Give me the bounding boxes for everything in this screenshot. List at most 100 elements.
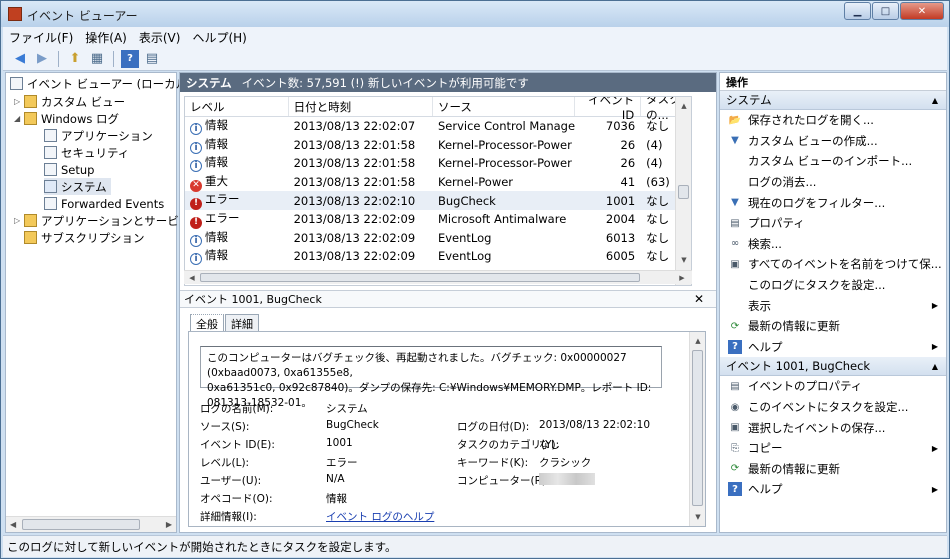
column-event-id[interactable]: イベント ID (575, 97, 642, 122)
scroll-right-icon[interactable]: ▶ (674, 271, 690, 285)
action-item[interactable]: ∞ 検索... (720, 234, 946, 255)
back-icon[interactable]: ◀ (11, 50, 29, 68)
grid-horizontal-scrollbar[interactable]: ◀ ▶ (184, 270, 692, 284)
log-icon (44, 146, 57, 159)
actions-section-system[interactable]: システム ▲ (720, 91, 946, 110)
close-button[interactable]: ✕ (900, 2, 944, 20)
action-item[interactable]: カスタム ビューのインポート... (720, 151, 946, 172)
show-hide-action-pane-icon[interactable]: ▤ (143, 50, 161, 68)
forward-icon[interactable]: ▶ (33, 50, 51, 68)
scroll-thumb[interactable] (200, 273, 640, 282)
cell-source: Service Control Manager (437, 119, 576, 134)
tree-item-apps-services[interactable]: ▷ アプリケーションとサービス (14, 212, 190, 229)
column-source[interactable]: ソース (433, 97, 576, 116)
title-bar[interactable]: イベント ビューアー ▁ □ ✕ (1, 1, 949, 27)
collapse-icon[interactable]: ▲ (932, 362, 938, 371)
minimize-button[interactable]: ▁ (844, 2, 871, 20)
tree-item-application[interactable]: アプリケーション (44, 127, 153, 144)
cell-event-id: 1001 (605, 193, 636, 208)
scroll-thumb[interactable] (22, 519, 140, 530)
table-row[interactable]: ✕ 重大 2013/08/13 22:01:58 Kernel-Power 41 (63) (185, 173, 691, 192)
action-item[interactable]: 表示 ▶ (720, 295, 946, 316)
tree-horizontal-scrollbar[interactable]: ◀ ▶ (6, 516, 176, 532)
action-item[interactable]: ▤ イベントのプロパティ (720, 376, 946, 397)
scroll-up-icon[interactable]: ▲ (690, 334, 706, 348)
table-row[interactable]: i 情報 2013/08/13 22:01:58 Kernel-Processor-P… (185, 136, 691, 155)
level-text: 重大 (205, 173, 228, 188)
action-item[interactable]: ? ヘルプ ▶ (720, 479, 946, 500)
label-source: ソース(S): (200, 421, 250, 433)
collapse-icon[interactable]: ◢ (14, 114, 24, 123)
action-item[interactable]: ▣ 選択したイベントの保存... (720, 417, 946, 438)
cell-event-id: 26 (620, 137, 636, 152)
info-icon: i (190, 160, 202, 173)
scroll-thumb[interactable] (692, 350, 703, 506)
scroll-left-icon[interactable]: ◀ (10, 520, 16, 529)
action-item[interactable]: ? ヘルプ ▶ (720, 337, 946, 358)
maximize-button[interactable]: □ (872, 2, 899, 20)
scroll-up-icon[interactable]: ▲ (676, 99, 691, 113)
action-item[interactable]: ▣ すべてのイベントを名前をつけて保... (720, 254, 946, 275)
up-folder-icon[interactable]: ⬆ (66, 50, 84, 68)
action-item[interactable]: ⟳ 最新の情報に更新 (720, 316, 946, 337)
action-item[interactable]: ⎘ コピー ▶ (720, 438, 946, 459)
expand-icon[interactable]: ▷ (14, 216, 24, 225)
detail-vertical-scrollbar[interactable]: ▲ ▼ (689, 332, 705, 526)
close-icon[interactable]: ✕ (694, 292, 704, 306)
scroll-down-icon[interactable]: ▼ (690, 510, 706, 524)
action-item[interactable]: ▼ 現在のログをフィルター... (720, 192, 946, 213)
scroll-right-icon[interactable]: ▶ (166, 520, 172, 529)
action-label: ログの消去... (748, 175, 817, 190)
expand-icon[interactable]: ▷ (14, 97, 24, 106)
scroll-left-icon[interactable]: ◀ (184, 271, 200, 285)
toolbar: ◀ ▶ ⬆ ▦ ? ▤ (3, 47, 947, 71)
menu-file[interactable]: ファイル(F) (3, 29, 79, 46)
table-row[interactable]: i 情報 2013/08/13 22:02:07 Service Control Ma… (185, 117, 691, 136)
cell-level: ! エラー (185, 210, 289, 229)
action-item[interactable]: 📂 保存されたログを開く... (720, 110, 946, 131)
grid-vertical-scrollbar[interactable]: ▲ ▼ (675, 97, 691, 285)
event-log-help-link[interactable]: イベント ログのヘルプ (326, 509, 434, 524)
label-keywords: キーワード(K): (457, 457, 529, 469)
menu-help[interactable]: ヘルプ(H) (186, 29, 252, 46)
log-icon (44, 197, 57, 210)
table-row[interactable]: i 情報 2013/08/13 22:02:09 EventLog 6005 なし (185, 247, 691, 266)
label-level: レベル(L): (200, 457, 250, 469)
show-hide-tree-icon[interactable]: ▦ (88, 50, 106, 68)
tree-item-setup[interactable]: Setup (44, 161, 94, 178)
table-row[interactable]: ! エラー 2013/08/13 22:02:09 Microsoft Antimal… (185, 210, 691, 229)
grid-rows: i 情報 2013/08/13 22:02:07 Service Control Ma… (185, 117, 691, 266)
column-datetime[interactable]: 日付と時刻 (289, 97, 433, 116)
table-row[interactable]: i 情報 2013/08/13 22:01:58 Kernel-Processor-P… (185, 154, 691, 173)
help-icon[interactable]: ? (121, 49, 139, 68)
table-row[interactable]: ! エラー 2013/08/13 22:02:10 BugCheck 1001 なし (185, 191, 691, 211)
column-level[interactable]: レベル (185, 97, 289, 116)
value-computer-redacted (539, 473, 595, 485)
scroll-down-icon[interactable]: ▼ (676, 253, 691, 267)
menu-action[interactable]: 操作(A) (79, 29, 133, 46)
action-label: ヘルプ (748, 339, 783, 354)
action-item[interactable]: ログの消去... (720, 172, 946, 193)
actions-section-event[interactable]: イベント 1001, BugCheck ▲ (720, 357, 946, 377)
menu-view[interactable]: 表示(V) (133, 29, 187, 46)
tree-item-forwarded-events[interactable]: Forwarded Events (44, 195, 164, 212)
collapse-icon[interactable]: ▲ (932, 96, 938, 105)
action-item[interactable]: このログにタスクを設定... (720, 275, 946, 296)
cell-source: EventLog (437, 230, 492, 245)
tree-item-custom-views[interactable]: ▷ カスタム ビュー (14, 93, 125, 110)
tree-item-subscriptions[interactable]: サブスクリプション (24, 229, 145, 246)
tree-item-security[interactable]: セキュリティ (44, 144, 129, 161)
scroll-thumb[interactable] (678, 185, 689, 199)
action-item[interactable]: ◉ このイベントにタスクを設定... (720, 397, 946, 418)
cell-datetime: 2013/08/13 22:02:10 (293, 193, 416, 208)
event-description[interactable]: このコンピューターはバグチェック後、再起動されました。バグチェック: 0x000… (200, 346, 662, 409)
table-row[interactable]: i 情報 2013/08/13 22:02:09 EventLog 6013 なし (185, 229, 691, 248)
tree-item-root[interactable]: イベント ビューアー (ローカル (10, 75, 187, 92)
action-label: 検索... (748, 236, 782, 251)
tree-item-system[interactable]: システム (44, 178, 111, 195)
action-item[interactable]: ▤ プロパティ (720, 213, 946, 234)
action-item[interactable]: ⟳ 最新の情報に更新 (720, 459, 946, 480)
action-item[interactable]: ▼ カスタム ビューの作成... (720, 131, 946, 152)
tree-item-windows-logs[interactable]: ◢ Windows ログ (14, 110, 119, 127)
value-logged: 2013/08/13 22:02:10 (539, 419, 651, 431)
